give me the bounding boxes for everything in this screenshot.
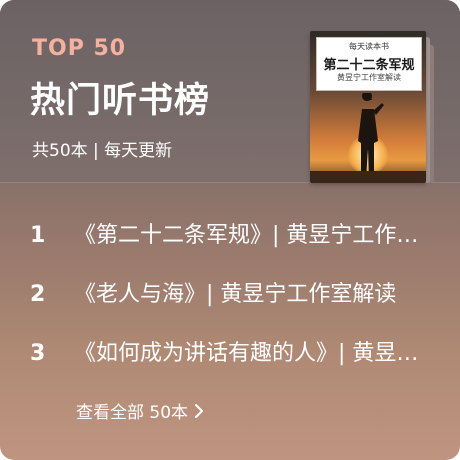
book-title: 《如何成为讲话有趣的人》| 黄昱宁工作室解读 [74, 341, 422, 366]
cover-author-line: 黄昱宁工作室解读 [337, 73, 401, 82]
chevron-right-icon [194, 403, 204, 418]
update-info: 共50本 | 每天更新 [32, 141, 173, 161]
book-title: 《老人与海》| 黄昱宁工作室解读 [74, 282, 397, 307]
book-title: 《第二十二条军规》| 黄昱宁工作室解读 [74, 223, 422, 248]
rank-number: 3 [30, 341, 46, 366]
book-cover[interactable]: 每天读本书 第二十二条军规 黄昱宁工作室解读 [310, 31, 426, 183]
list-item[interactable]: 1 《第二十二条军规》| 黄昱宁工作室解读 [0, 216, 460, 256]
rank-number: 2 [30, 282, 46, 307]
list-item[interactable]: 2 《老人与海》| 黄昱宁工作室解读 [0, 275, 460, 315]
book-cover-stack[interactable]: 每天读本书 第二十二条军规 黄昱宁工作室解读 [306, 27, 446, 183]
cover-series-label: 每天读本书 [349, 42, 389, 51]
top-badge: TOP 50 [32, 36, 127, 61]
list-item[interactable]: 3 《如何成为讲话有趣的人》| 黄昱宁工作室解读 [0, 334, 460, 374]
view-all-label: 查看全部 50本 [76, 403, 189, 423]
view-all-link[interactable]: 查看全部 50本 [76, 398, 204, 423]
rank-number: 1 [30, 223, 46, 248]
saluting-soldier-icon [358, 93, 384, 179]
top-audiobooks-card[interactable]: TOP 50 热门听书榜 共50本 | 每天更新 每天读本书 第二十二条军规 黄… [0, 0, 460, 460]
ground-silhouette [310, 171, 426, 183]
cover-book-title: 第二十二条军规 [323, 58, 415, 73]
cover-title-panel: 每天读本书 第二十二条军规 黄昱宁工作室解读 [316, 37, 422, 91]
page-title: 热门听书榜 [30, 81, 211, 121]
